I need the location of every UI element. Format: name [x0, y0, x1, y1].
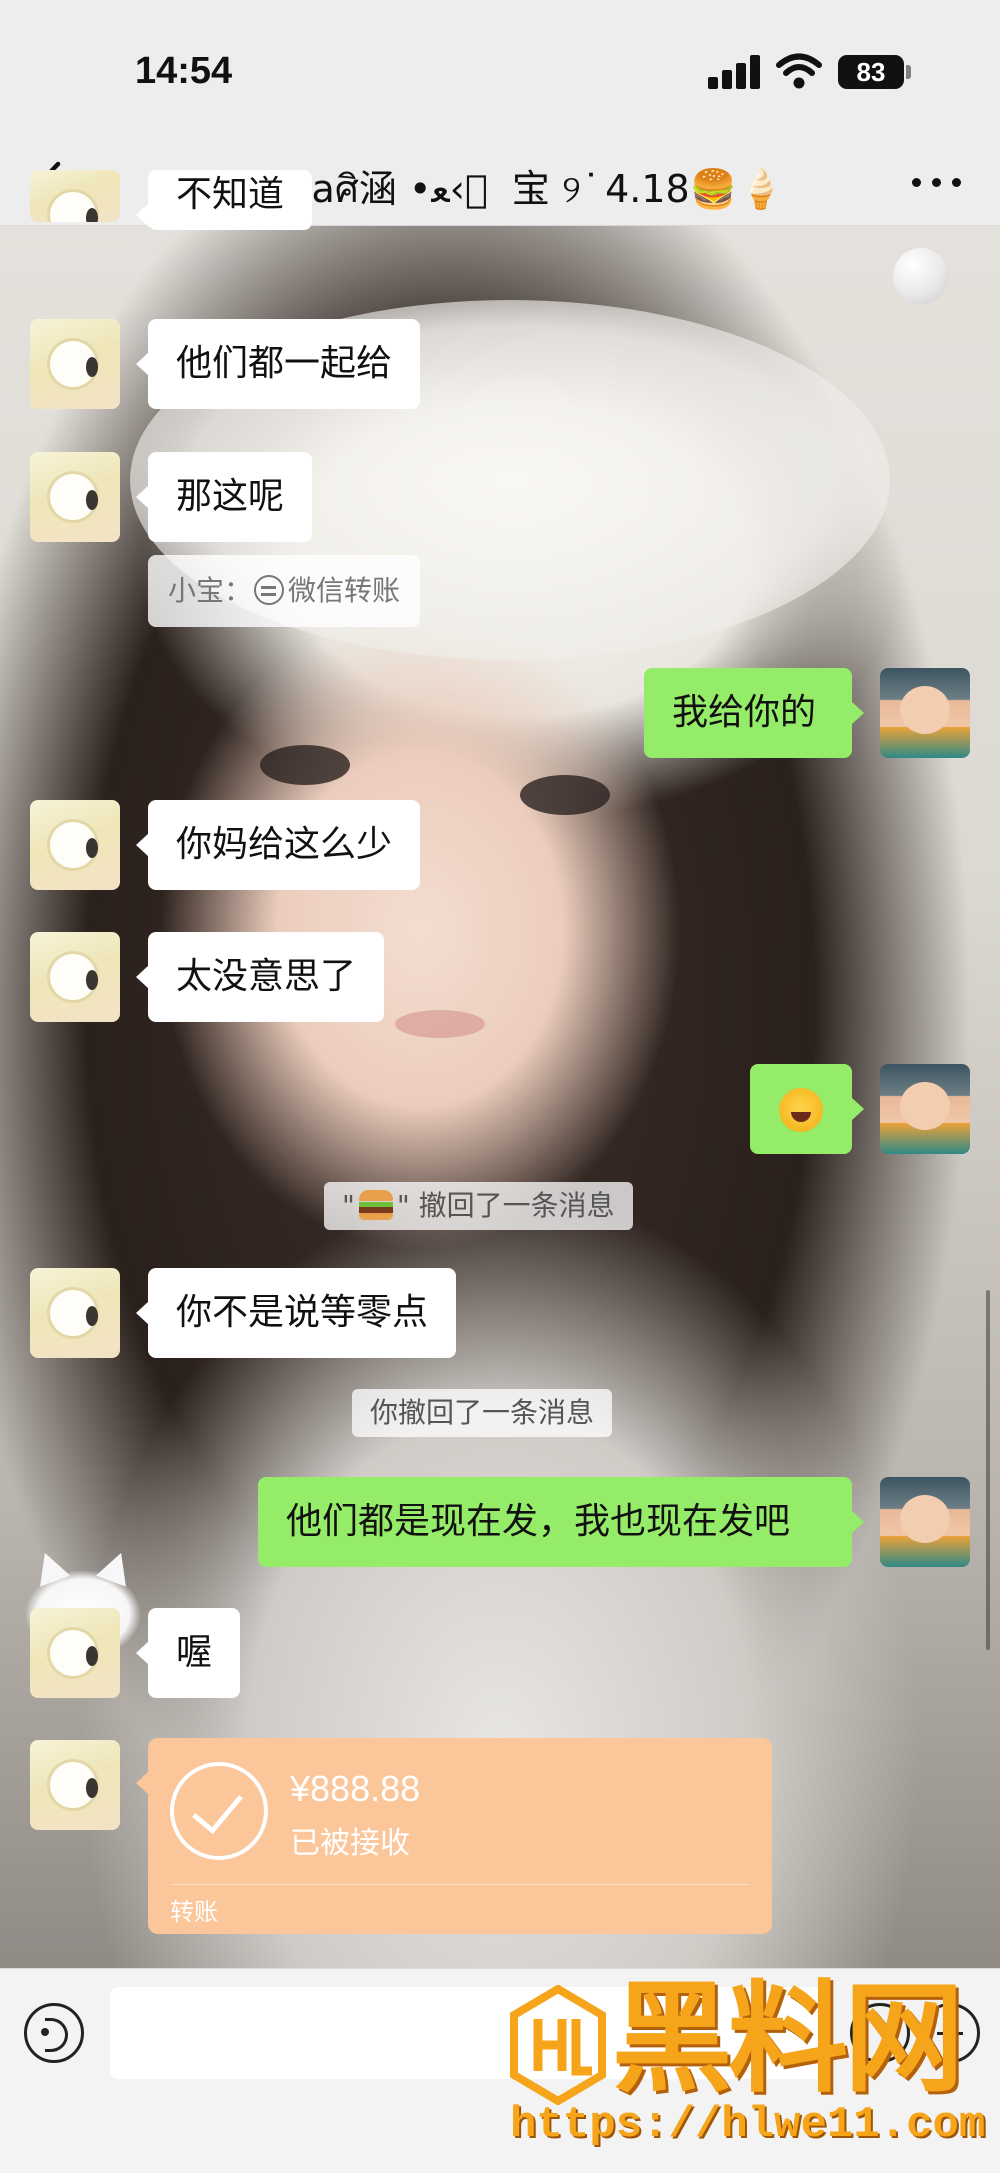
message-bubble[interactable]: 不知道: [135, 170, 313, 230]
my-avatar[interactable]: [880, 1064, 970, 1154]
contact-avatar[interactable]: [30, 319, 120, 409]
message-bubble[interactable]: 我给你的: [644, 668, 864, 758]
quote-text: 微信转账: [288, 574, 401, 607]
contact-avatar[interactable]: [30, 1268, 120, 1358]
battery-tip: [906, 65, 911, 79]
transfer-label: 转账: [170, 1898, 218, 1926]
burger-icon: [358, 1190, 393, 1220]
message-bubble[interactable]: 你妈给这么少: [135, 800, 421, 890]
transfer-card[interactable]: ¥888.88 已被接收 转账: [136, 1738, 772, 1934]
transfer-quote-icon: [254, 575, 285, 605]
quoted-message[interactable]: 小宝： 微信转账: [148, 555, 421, 627]
laughing-tears-emoji-icon: [779, 1088, 823, 1132]
check-circle-icon: [170, 1762, 268, 1860]
background-eye-left: [260, 745, 350, 785]
contact-avatar[interactable]: [30, 1608, 120, 1698]
system-notice-suffix: " 撤回了一条消息: [396, 1189, 615, 1222]
transfer-amount: ¥888.88: [290, 1768, 421, 1809]
wifi-icon: [776, 53, 822, 89]
message-bubble[interactable]: 你不是说等零点: [135, 1268, 457, 1358]
contact-avatar[interactable]: [30, 800, 120, 890]
background-eye-right: [520, 775, 610, 815]
message-text: 我给你的: [672, 692, 817, 733]
scrollbar[interactable]: [986, 1290, 990, 1650]
message-text: 你不是说等零点: [176, 1292, 429, 1333]
transfer-divider: [170, 1884, 750, 1885]
message-text: 那这呢: [176, 476, 285, 517]
message-text: 他们都一起给: [176, 343, 393, 384]
status-time: 14:54: [135, 50, 233, 92]
system-notice: " " 撤回了一条消息: [324, 1182, 633, 1230]
quote-sender: 小宝：: [168, 574, 253, 607]
message-text: 太没意思了: [176, 956, 357, 997]
message-text: 不知道: [176, 174, 285, 215]
contact-avatar[interactable]: [30, 932, 120, 1022]
transfer-status: 已被接收: [290, 1826, 410, 1861]
watermark-title: 黑料网: [612, 1970, 964, 2109]
contact-avatar[interactable]: [30, 452, 120, 542]
my-avatar[interactable]: [880, 668, 970, 758]
status-bar: 14:54 83: [0, 0, 1000, 140]
watermark-logo-icon: [510, 1985, 606, 2105]
message-bubble[interactable]: 他们都是现在发，我也现在发吧: [258, 1477, 864, 1567]
egg-sticker-icon: [893, 248, 949, 304]
message-bubble[interactable]: 那这呢: [135, 452, 313, 542]
battery-icon: 83: [838, 55, 904, 89]
signal-icon: [708, 55, 762, 89]
voice-icon[interactable]: [24, 2003, 84, 2063]
message-text: 你妈给这么少: [176, 824, 393, 865]
contact-avatar[interactable]: [30, 1740, 120, 1830]
system-notice-text: 你撤回了一条消息: [370, 1396, 595, 1429]
system-notice-prefix: ": [342, 1189, 355, 1222]
message-text: 他们都是现在发，我也现在发吧: [286, 1501, 791, 1542]
message-bubble[interactable]: 太没意思了: [135, 932, 385, 1022]
message-bubble[interactable]: 喔: [135, 1608, 241, 1698]
message-bubble[interactable]: 他们都一起给: [135, 319, 421, 409]
message-bubble[interactable]: [750, 1064, 864, 1154]
background-lips: [395, 1010, 485, 1038]
system-notice: 你撤回了一条消息: [352, 1389, 613, 1437]
contact-avatar[interactable]: [30, 170, 120, 222]
watermark-url: https://hlwe11.com: [510, 2100, 986, 2150]
more-dots-icon[interactable]: [912, 178, 962, 188]
message-text: 喔: [176, 1632, 213, 1673]
my-avatar[interactable]: [880, 1477, 970, 1567]
